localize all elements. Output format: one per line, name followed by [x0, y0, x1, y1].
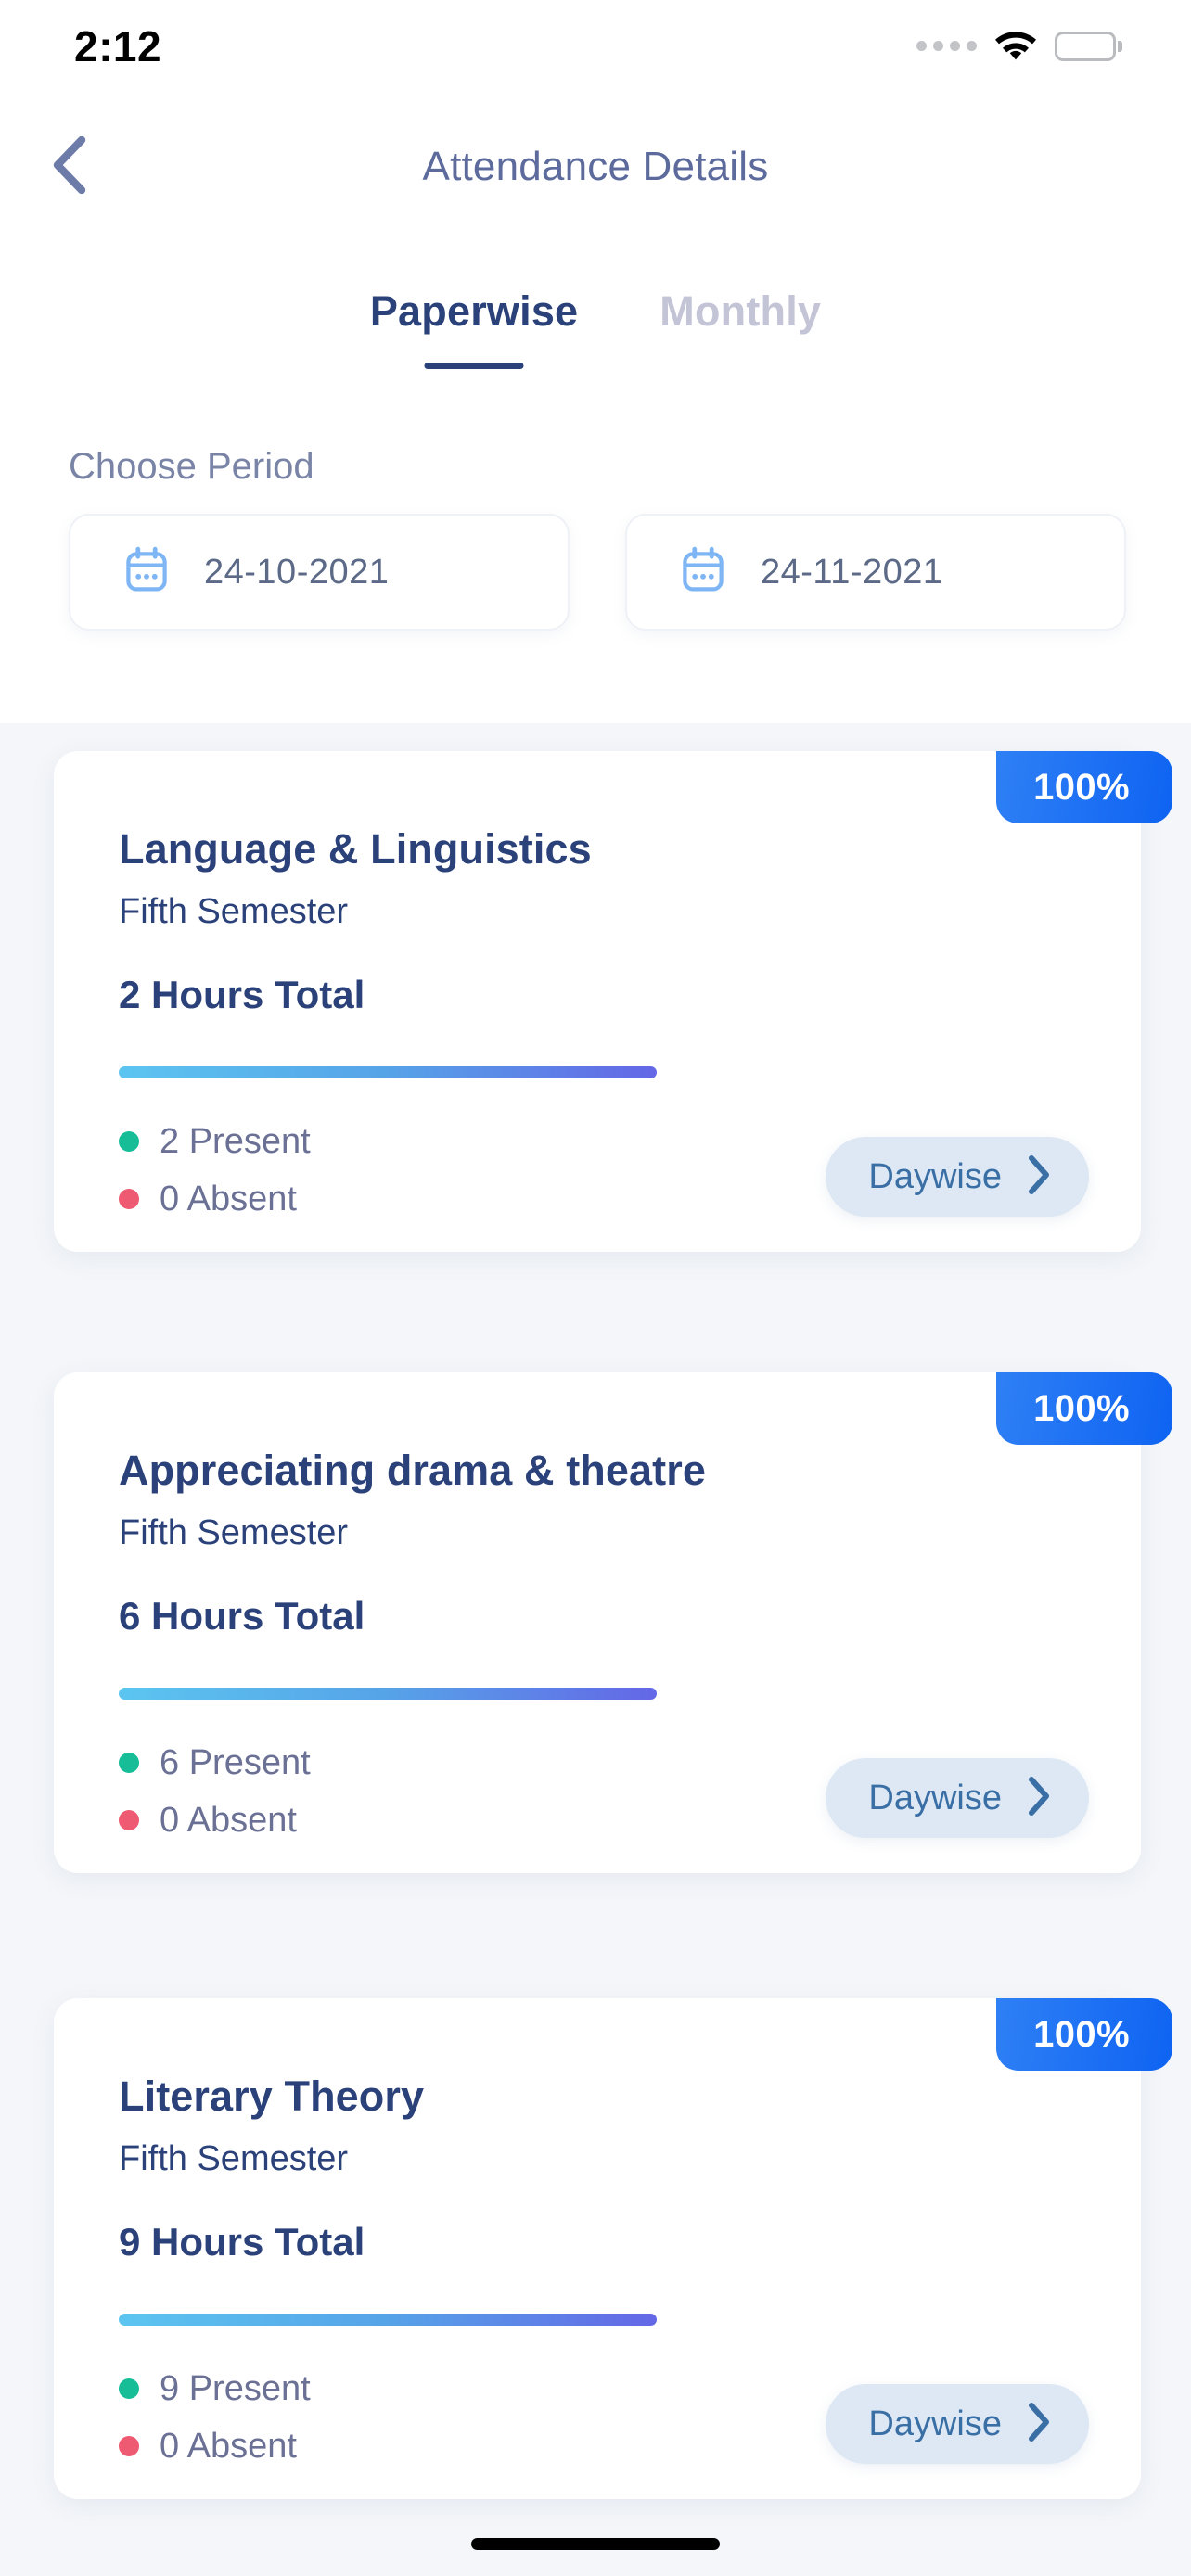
daywise-button-label: Daywise [868, 1156, 1002, 1196]
calendar-icon [124, 546, 169, 599]
legend-absent: 0 Absent [119, 1792, 311, 1849]
legend-present: 6 Present [119, 1734, 311, 1792]
attendance-progress-bar [119, 1066, 657, 1078]
absent-count-label: 0 Absent [160, 1179, 297, 1218]
status-bar-clock: 2:12 [74, 22, 162, 70]
tab-monthly-label: Monthly [660, 287, 822, 335]
course-hours-total: 9 Hours Total [119, 2220, 365, 2264]
status-badge-label: 100% [1033, 2013, 1130, 2055]
tab-paperwise-label: Paperwise [369, 287, 579, 335]
tab-paperwise[interactable]: Paperwise [329, 287, 619, 369]
table-row[interactable]: 100% Language & Linguistics Fifth Semest… [54, 751, 1172, 1252]
daywise-button-label: Daywise [868, 1778, 1002, 1817]
course-semester: Fifth Semester [119, 2139, 349, 2178]
status-bar: 2:12 [0, 0, 1191, 93]
app-header: Attendance Details [0, 93, 1191, 241]
course-semester: Fifth Semester [119, 1513, 349, 1552]
attendance-legend: 9 Present 0 Absent [119, 2360, 311, 2475]
absent-dot-icon [119, 2436, 139, 2456]
absent-count-label: 0 Absent [160, 2426, 297, 2466]
status-badge: 100% [996, 751, 1172, 823]
attendance-legend: 6 Present 0 Absent [119, 1734, 311, 1849]
attendance-progress-bar [119, 2314, 657, 2326]
attendance-card-list: 100% Language & Linguistics Fifth Semest… [0, 723, 1191, 2576]
present-count-label: 2 Present [160, 1121, 311, 1161]
legend-absent: 0 Absent [119, 2417, 311, 2475]
signal-dots-icon [916, 40, 977, 53]
date-from-field[interactable]: 24-10-2021 [69, 514, 570, 631]
date-to-value: 24-11-2021 [761, 552, 943, 592]
attendance-legend: 2 Present 0 Absent [119, 1113, 311, 1228]
attendance-progress-bar [119, 1688, 657, 1700]
status-badge-label: 100% [1033, 766, 1130, 808]
course-hours-total: 2 Hours Total [119, 973, 365, 1016]
date-range-row: 24-10-2021 24-11-2021 [69, 514, 1126, 631]
app-screen: 2:12 Attendance Details Paperwise Monthl… [0, 0, 1191, 2576]
status-badge-label: 100% [1033, 1387, 1130, 1429]
back-button[interactable] [32, 130, 106, 204]
course-title: Appreciating drama & theatre [119, 1447, 706, 1494]
tab-monthly[interactable]: Monthly [619, 287, 862, 336]
status-bar-indicators [916, 28, 1122, 66]
daywise-button[interactable]: Daywise [826, 1758, 1089, 1838]
tab-active-indicator [424, 363, 524, 369]
course-semester: Fifth Semester [119, 892, 349, 931]
present-dot-icon [119, 1753, 139, 1773]
chevron-right-icon [1026, 2402, 1052, 2447]
present-dot-icon [119, 1131, 139, 1152]
chevron-right-icon [1026, 1776, 1052, 1821]
legend-absent: 0 Absent [119, 1170, 311, 1228]
daywise-button[interactable]: Daywise [826, 2384, 1089, 2464]
table-row[interactable]: 100% Appreciating drama & theatre Fifth … [54, 1372, 1172, 1873]
wifi-icon [993, 28, 1038, 66]
absent-dot-icon [119, 1189, 139, 1209]
status-badge: 100% [996, 1998, 1172, 2071]
course-title: Literary Theory [119, 2072, 425, 2120]
legend-present: 2 Present [119, 1113, 311, 1170]
status-badge: 100% [996, 1372, 1172, 1445]
date-to-field[interactable]: 24-11-2021 [625, 514, 1126, 631]
absent-count-label: 0 Absent [160, 1800, 297, 1840]
present-count-label: 9 Present [160, 2368, 311, 2408]
course-hours-total: 6 Hours Total [119, 1594, 365, 1638]
course-title: Language & Linguistics [119, 825, 592, 873]
date-from-value: 24-10-2021 [204, 552, 390, 592]
table-row[interactable]: 100% Literary Theory Fifth Semester 9 Ho… [54, 1998, 1172, 2499]
choose-period-label: Choose Period [69, 446, 314, 487]
present-count-label: 6 Present [160, 1742, 311, 1782]
chevron-right-icon [1026, 1154, 1052, 1200]
battery-full-icon [1055, 32, 1122, 61]
calendar-icon [681, 546, 725, 599]
daywise-button-label: Daywise [868, 2404, 1002, 2443]
daywise-button[interactable]: Daywise [826, 1137, 1089, 1217]
present-dot-icon [119, 2378, 139, 2399]
page-title: Attendance Details [422, 144, 769, 189]
legend-present: 9 Present [119, 2360, 311, 2417]
chevron-left-icon [48, 135, 89, 198]
choose-period-section: Choose Period 24-10-2021 24-11-2021 [0, 427, 1191, 723]
home-indicator[interactable] [471, 2538, 720, 2550]
tab-bar: Paperwise Monthly [0, 241, 1191, 427]
absent-dot-icon [119, 1810, 139, 1830]
